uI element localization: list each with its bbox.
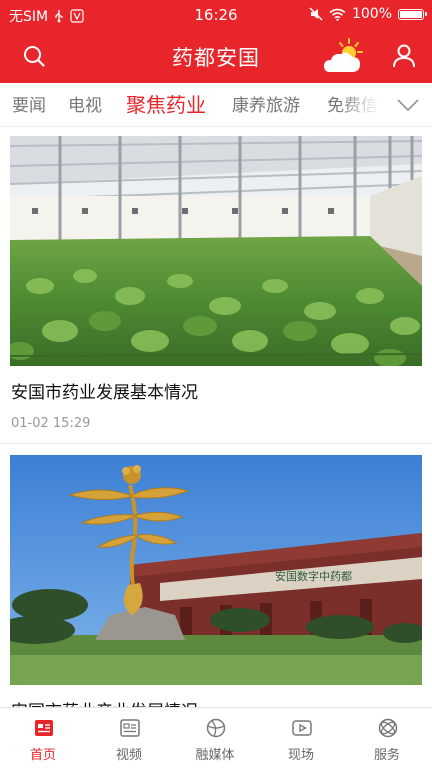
service-icon [378,718,398,738]
nav-media-label: 融媒体 [195,748,235,763]
mute-icon [309,7,323,21]
user-icon[interactable] [392,43,416,69]
nav-video-label: 视频 [115,748,142,763]
nav-live[interactable]: 现场 [258,708,344,769]
nav-media[interactable]: 融媒体 [172,708,258,769]
app-header: 无SIM 16:26 100% 药都安国 [0,0,432,83]
category-tabs: 要闻 电视 聚焦药业 康养旅游 免费信 [0,83,432,127]
battery-percent: 100% [351,6,392,22]
play-icon [292,720,312,736]
tabs-fade [338,83,394,127]
article-title[interactable]: 安国市药业发展基本情况 [11,378,198,403]
nav-service[interactable]: 服务 [344,708,430,769]
status-right: 100% [309,6,427,22]
weather-sun-cloud-icon[interactable] [322,36,366,76]
article-image[interactable]: 安国数字中药都 [10,455,422,685]
greenhouse-photo [10,136,422,366]
title-bar: 药都安国 [0,30,432,83]
video-icon [120,719,140,737]
nav-home[interactable]: 首页 [0,708,86,769]
home-news-icon [35,720,53,736]
page-title: 药都安国 [172,46,260,70]
tab-tourism[interactable]: 康养旅游 [232,91,300,116]
card-divider [0,443,432,444]
article-time: 01-02 15:29 [11,416,91,431]
bottom-nav: 首页 视频 融媒体 现场 服务 [0,707,432,769]
nav-service-label: 服务 [373,748,400,763]
tabs-divider [0,126,432,127]
nav-live-label: 现场 [287,748,314,763]
nav-video[interactable]: 视频 [86,708,172,769]
chevron-down-icon[interactable] [396,95,420,115]
battery-icon [398,8,427,20]
status-bar: 无SIM 16:26 100% [0,0,432,30]
sculpture-photo: 安国数字中药都 [10,455,422,685]
svg-text:安国数字中药都: 安国数字中药都 [275,569,352,583]
globe-icon [206,718,226,738]
tab-tv[interactable]: 电视 [68,91,102,116]
wifi-icon [329,8,346,21]
tab-pharma[interactable]: 聚焦药业 [126,89,206,118]
article-image[interactable] [10,136,422,366]
nav-home-label: 首页 [29,748,56,763]
tab-news[interactable]: 要闻 [12,91,46,116]
